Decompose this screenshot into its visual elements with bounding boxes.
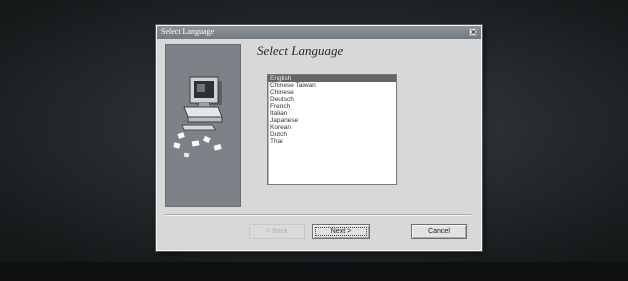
computer-icon xyxy=(173,76,223,158)
language-listbox[interactable]: English Chinese Taiwan Chinese Deutsch F… xyxy=(267,74,397,185)
page-heading: Select Language xyxy=(257,43,344,58)
window-title: Select Language xyxy=(161,27,215,36)
back-button[interactable]: < Back xyxy=(249,224,305,239)
close-icon[interactable] xyxy=(469,28,477,36)
language-option[interactable]: Japanese xyxy=(268,117,396,124)
language-option[interactable]: Italian xyxy=(268,110,396,117)
language-option[interactable]: Chinese Taiwan xyxy=(268,82,396,89)
language-option[interactable]: Thai xyxy=(268,138,396,145)
select-language-dialog: Select Language Select Language English … xyxy=(156,25,482,251)
bottom-bar xyxy=(0,262,628,281)
language-option[interactable]: English xyxy=(268,75,396,82)
language-option[interactable]: Dutch xyxy=(268,131,396,138)
language-option[interactable]: French xyxy=(268,103,396,110)
footer-divider xyxy=(165,214,471,216)
cancel-button[interactable]: Cancel xyxy=(411,224,467,239)
next-button[interactable]: Next > xyxy=(312,224,370,239)
language-option[interactable]: Chinese xyxy=(268,89,396,96)
language-option[interactable]: Korean xyxy=(268,124,396,131)
title-bar[interactable]: Select Language xyxy=(157,26,481,39)
side-panel xyxy=(165,44,241,207)
language-option[interactable]: Deutsch xyxy=(268,96,396,103)
